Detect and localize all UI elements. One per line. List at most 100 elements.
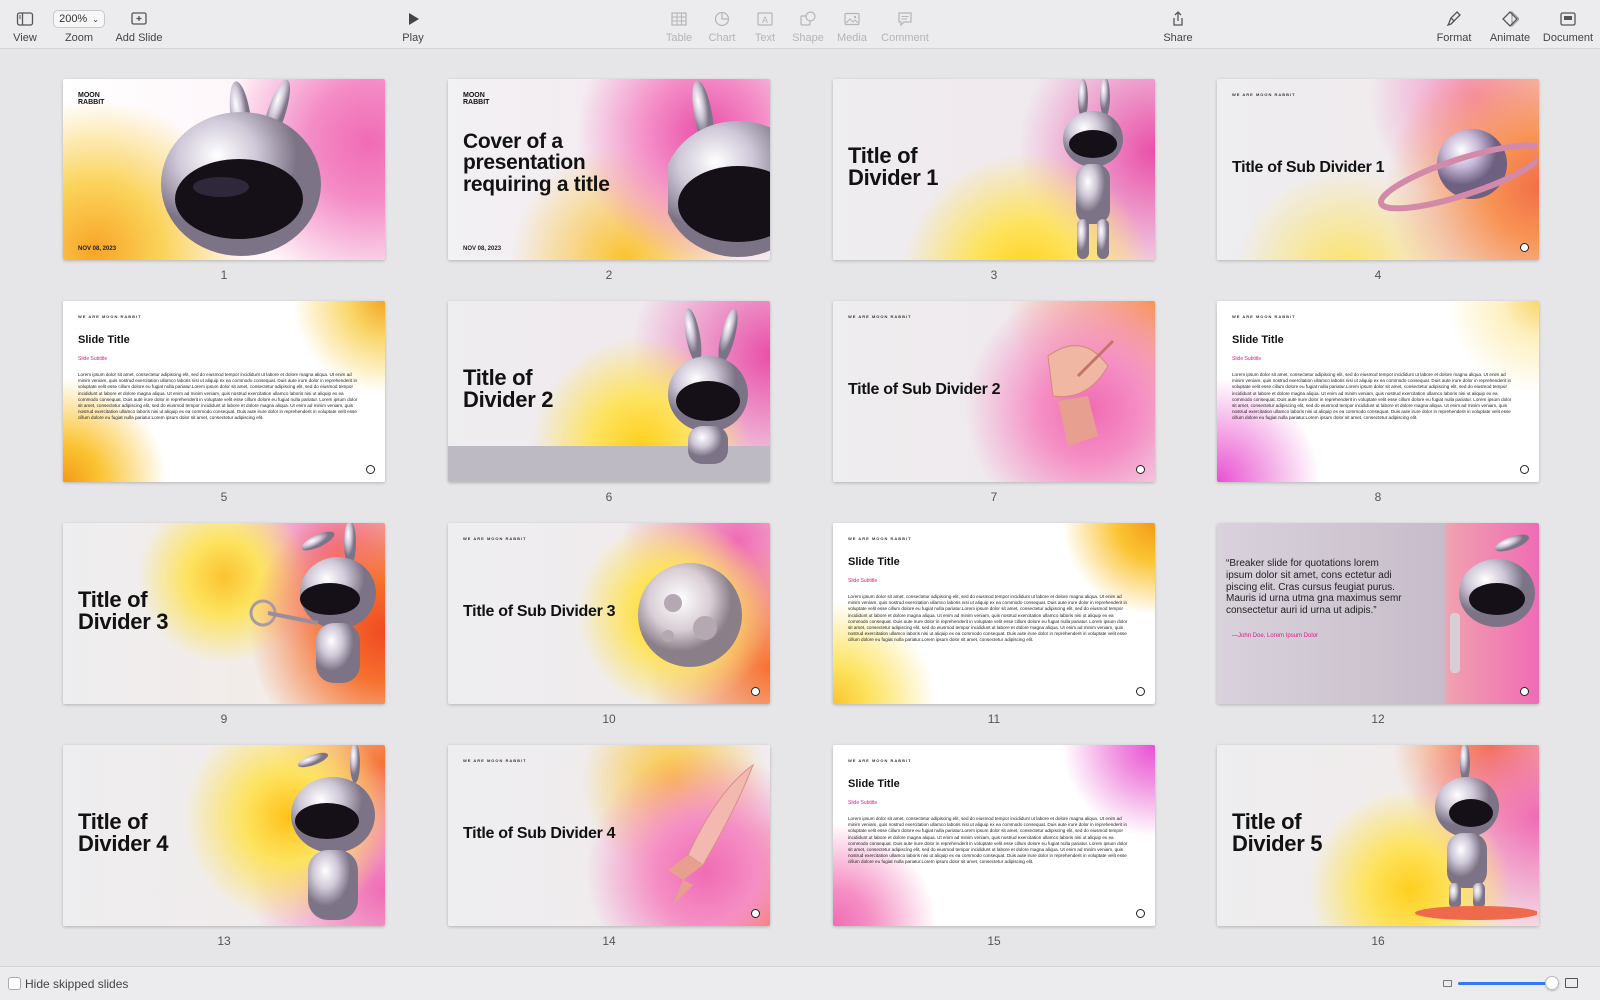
slide-canvas[interactable]: WE ARE MOON RABBIT Title of Sub Divider … (1217, 79, 1539, 260)
sub-divider-title: Title of Sub Divider 4 (463, 825, 616, 842)
animate-button[interactable]: Animate (1488, 0, 1532, 49)
slide-thumbnail[interactable]: MOON RABBIT Cover of a presentation requ… (448, 79, 770, 282)
slide-number: 11 (987, 712, 1001, 726)
rabbit-astronaut-image (1063, 79, 1123, 259)
slide-thumbnail[interactable]: Title of Divider 1 3 (833, 79, 1155, 282)
comment-icon (898, 12, 912, 27)
play-button[interactable]: Play (398, 0, 428, 49)
text-button[interactable]: A Text (750, 0, 780, 49)
rocket-image (668, 763, 755, 905)
view-label: View (13, 32, 37, 44)
slide-thumbnail[interactable]: Title of Divider 3 9 (63, 523, 385, 726)
animate-label: Animate (1489, 32, 1531, 44)
slide-canvas[interactable]: Title of Divider 2 (448, 301, 770, 482)
rabbit-logo-icon (1520, 465, 1529, 474)
slide-thumbnail[interactable]: Title of Divider 2 6 (448, 301, 770, 504)
slide-canvas[interactable]: WE ARE MOON RABBIT Title of Sub Divider … (448, 745, 770, 926)
divider-title: Title of Divider 3 (78, 587, 169, 635)
thumbnail-size-slider[interactable] (1458, 982, 1552, 985)
slide-canvas[interactable]: “Breaker slide for quotations lorem ipsu… (1217, 523, 1539, 704)
slide-body-text: Lorem ipsum dolor sit amet, consectetur … (848, 816, 1128, 865)
rabbit-logo-icon (751, 909, 760, 918)
zoom-label: Zoom (64, 32, 94, 44)
diamond-icon (1502, 10, 1519, 28)
slide-thumbnail[interactable]: WE ARE MOON RABBIT Slide Title Slide Sub… (1217, 301, 1539, 504)
slide-canvas[interactable]: WE ARE MOON RABBIT Slide Title Slide Sub… (833, 523, 1155, 704)
slide-date: NOV 08, 2023 (463, 246, 502, 252)
slide-canvas[interactable]: WE ARE MOON RABBIT Slide Title Slide Sub… (833, 745, 1155, 926)
slide-canvas[interactable]: Title of Divider 3 (63, 523, 385, 704)
cover-title: Cover of a presentation requiring a titl… (463, 130, 610, 196)
comment-label: Comment (881, 32, 929, 44)
media-button[interactable]: Media (834, 0, 870, 49)
chart-label: Chart (708, 32, 736, 44)
slide-thumbnail[interactable]: WE ARE MOON RABBIT Slide Title Slide Sub… (833, 523, 1155, 726)
slide-subtitle: Slide Subtitle (848, 800, 878, 806)
slide-thumbnail[interactable]: WE ARE MOON RABBIT Slide Title Slide Sub… (63, 301, 385, 504)
slider-knob[interactable] (1545, 976, 1559, 990)
chart-button[interactable]: Chart (705, 0, 739, 49)
slide-canvas[interactable]: WE ARE MOON RABBIT Title of Sub Divider … (833, 301, 1155, 482)
share-button[interactable]: Share (1162, 0, 1194, 49)
slide-thumbnail[interactable]: MOON RABBIT NOV 08, 2023 1 (63, 79, 385, 282)
slide-canvas[interactable]: Title of Divider 1 (833, 79, 1155, 260)
share-label: Share (1163, 32, 1193, 44)
hide-skipped-checkbox[interactable] (8, 977, 21, 990)
comment-button[interactable]: Comment (880, 0, 930, 49)
slide-date: NOV 08, 2023 (78, 246, 117, 252)
view-button[interactable]: View (9, 0, 41, 49)
chart-icon (714, 11, 730, 27)
rabbit-logo-icon (751, 687, 760, 696)
hide-skipped-label[interactable]: Hide skipped slides (25, 977, 128, 991)
slide-thumbnail[interactable]: WE ARE MOON RABBIT Title of Sub Divider … (1217, 79, 1539, 282)
slide-title: Slide Title (1232, 334, 1284, 346)
slide-canvas[interactable]: WE ARE MOON RABBIT Title of Sub Divider … (448, 523, 770, 704)
slide-subtitle: Slide Subtitle (78, 356, 108, 362)
slide-number: 3 (990, 268, 998, 282)
slide-canvas[interactable]: WE ARE MOON RABBIT Slide Title Slide Sub… (63, 301, 385, 482)
slide-body-text: Lorem ipsum dolor sit amet, consectetur … (848, 594, 1128, 643)
moon-image (638, 563, 742, 667)
rabbit-logo-icon (366, 465, 375, 474)
toolbar: View 200% ⌄ Zoom Add Slide Play Table Ch… (0, 0, 1600, 49)
rabbit-astronaut-image (668, 80, 770, 257)
slide-canvas[interactable]: Title of Divider 5 (1217, 745, 1539, 926)
add-slide-label: Add Slide (115, 32, 163, 44)
brand-logo: MOON RABBIT (463, 92, 490, 106)
format-button[interactable]: Format (1434, 0, 1474, 49)
play-icon (409, 13, 419, 25)
planet-image (1377, 129, 1537, 212)
zoom-control[interactable]: 200% ⌄ Zoom (52, 0, 106, 49)
slide-number: 13 (217, 934, 231, 948)
rabbit-logo-icon (1136, 687, 1145, 696)
slide-thumbnail[interactable]: WE ARE MOON RABBIT Title of Sub Divider … (448, 523, 770, 726)
shape-button[interactable]: Shape (790, 0, 826, 49)
slide-canvas[interactable]: Title of Divider 4 (63, 745, 385, 926)
brand-tag: WE ARE MOON RABBIT (78, 314, 142, 319)
slide-thumbnail[interactable]: “Breaker slide for quotations lorem ipsu… (1217, 523, 1539, 726)
slide-thumbnail[interactable]: Title of Divider 5 16 (1217, 745, 1539, 948)
slide-canvas[interactable]: MOON RABBIT NOV 08, 2023 (63, 79, 385, 260)
play-label: Play (402, 32, 424, 44)
status-bar: Hide skipped slides (0, 966, 1600, 1000)
sub-divider-title: Title of Sub Divider 3 (463, 603, 616, 620)
divider-title: Title of Divider 2 (463, 365, 554, 413)
slide-canvas[interactable]: WE ARE MOON RABBIT Slide Title Slide Sub… (1217, 301, 1539, 482)
slide-subtitle: Slide Subtitle (1232, 356, 1262, 362)
slide-thumbnail[interactable]: WE ARE MOON RABBIT Title of Sub Divider … (448, 745, 770, 948)
rabbit-astronaut-image (1415, 745, 1537, 920)
slide-thumbnail[interactable]: WE ARE MOON RABBIT Title of Sub Divider … (833, 301, 1155, 504)
divider-title: Title of Divider 5 (1232, 809, 1323, 857)
add-slide-button[interactable]: Add Slide (114, 0, 164, 49)
slide-thumbnail[interactable]: WE ARE MOON RABBIT Slide Title Slide Sub… (833, 745, 1155, 948)
document-label: Document (1542, 32, 1594, 44)
slide-thumbnail[interactable]: Title of Divider 4 13 (63, 745, 385, 948)
table-button[interactable]: Table (662, 0, 696, 49)
zoom-select[interactable]: 200% ⌄ (53, 10, 105, 28)
media-icon (844, 12, 860, 26)
slide-title: Slide Title (848, 778, 900, 790)
divider-title: Title of Divider 1 (848, 143, 939, 191)
slide-canvas[interactable]: MOON RABBIT Cover of a presentation requ… (448, 79, 770, 260)
document-button[interactable]: Document (1542, 0, 1594, 49)
document-icon (1560, 12, 1576, 26)
